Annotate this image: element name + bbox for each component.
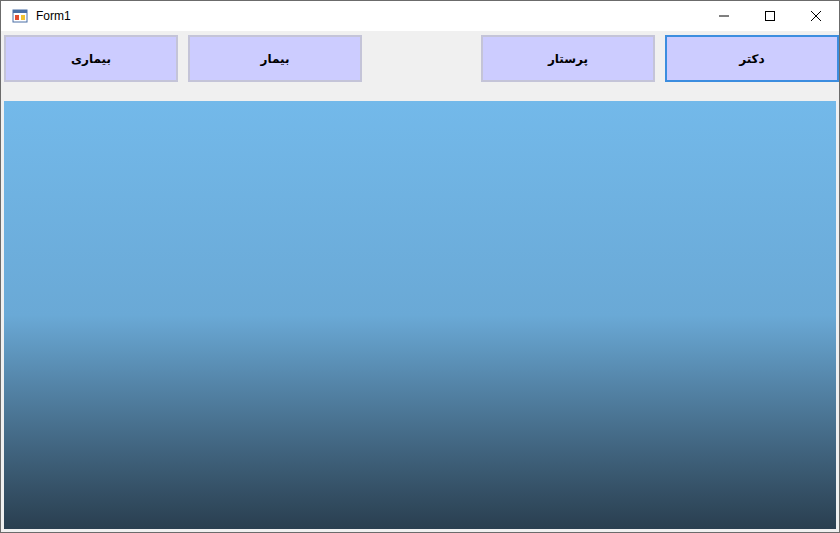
toolbar-button[interactable]: پرستار xyxy=(481,35,655,82)
button-group: بیماری بیمار xyxy=(4,35,362,82)
maximize-icon xyxy=(765,11,775,21)
close-button[interactable] xyxy=(793,1,839,31)
button-label: پرستار xyxy=(548,50,588,68)
picture-box xyxy=(4,101,836,529)
toolbar-button[interactable]: بیمار xyxy=(188,35,362,82)
minimize-icon xyxy=(719,11,729,21)
button-group: پرستار دکتر xyxy=(481,35,839,82)
button-label: دکتر xyxy=(739,50,765,68)
close-icon xyxy=(811,11,821,21)
title-bar: Form1 xyxy=(1,1,839,31)
window: Form1 بیماری بیمار پرستار دکتر xyxy=(0,0,840,533)
window-title: Form1 xyxy=(36,7,71,25)
toolbar: بیماری بیمار پرستار دکتر xyxy=(1,31,839,101)
minimize-button[interactable] xyxy=(701,1,747,31)
maximize-button[interactable] xyxy=(747,1,793,31)
button-label: بیماری xyxy=(71,50,111,68)
form-icon xyxy=(12,8,28,24)
button-label: بیمار xyxy=(261,50,290,68)
toolbar-button[interactable]: دکتر xyxy=(665,35,839,82)
toolbar-button[interactable]: بیماری xyxy=(4,35,178,82)
